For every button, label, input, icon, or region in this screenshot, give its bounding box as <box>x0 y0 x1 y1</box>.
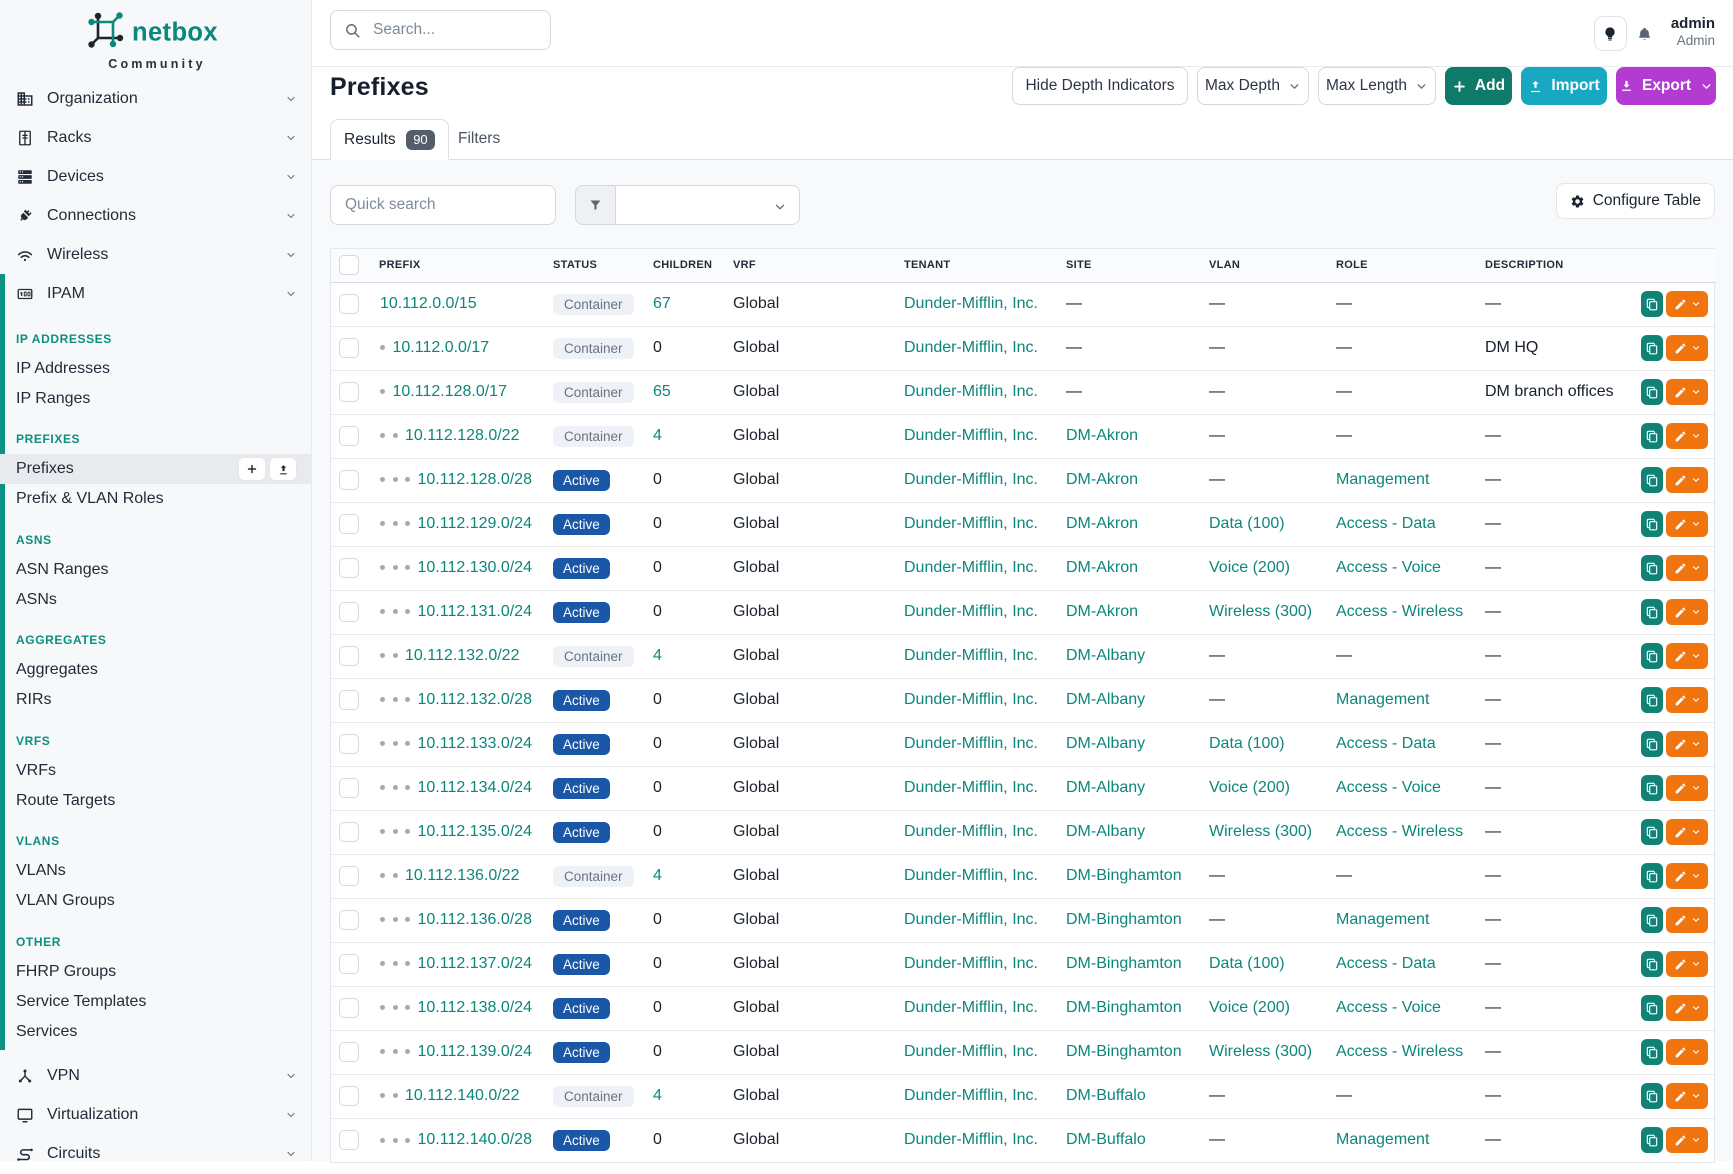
svg-text:netbox: netbox <box>132 19 218 47</box>
